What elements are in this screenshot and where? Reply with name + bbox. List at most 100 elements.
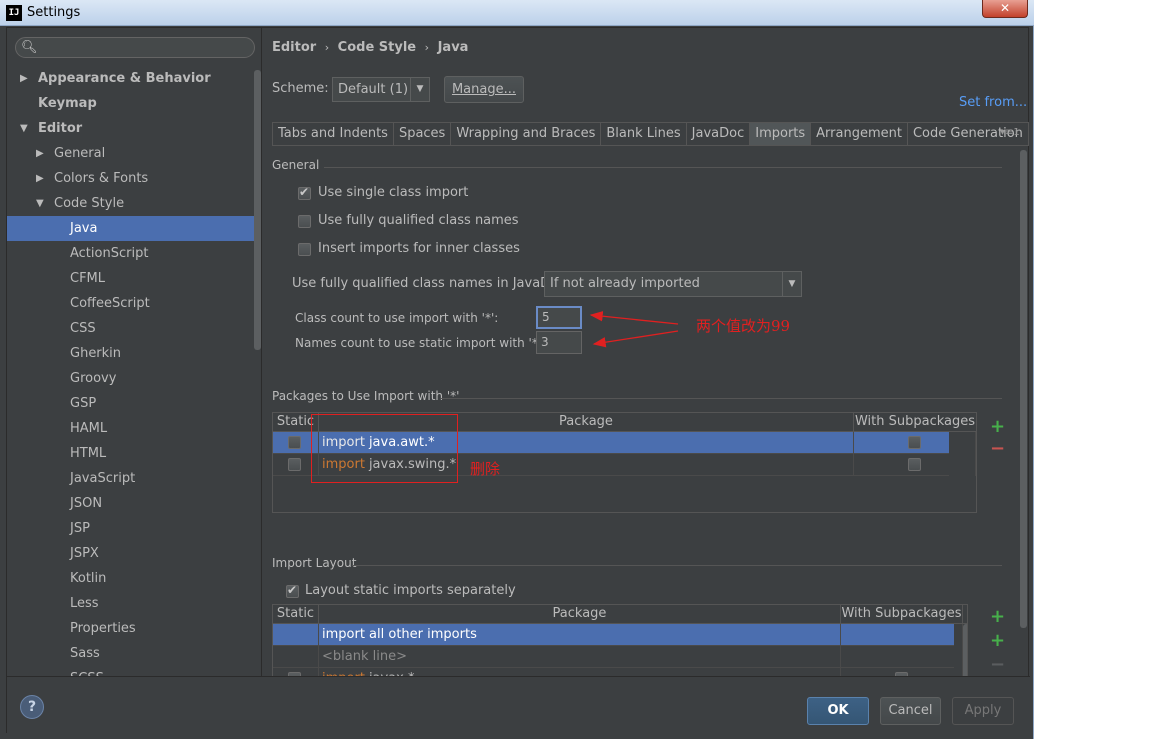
import-layout-table: Static Package With Subpackages import a… [272,604,968,676]
tabs-overflow-icon[interactable]: ▾≡1 [1000,127,1020,138]
import-layout-scrollbar[interactable] [963,624,967,676]
section-divider [441,398,1002,399]
sidebar-item-json[interactable]: JSON [7,491,261,516]
general-section-label: General [272,158,320,172]
breadcrumb-separator: › [324,41,330,54]
tab-imports[interactable]: Imports [749,122,811,146]
apply-button[interactable]: Apply [952,697,1014,725]
sidebar-item-label: Groovy [70,371,117,386]
cancel-button[interactable]: Cancel [880,697,941,725]
chevron-right-icon[interactable]: ▶ [36,141,44,166]
sidebar-item-gsp[interactable]: GSP [7,391,261,416]
table-row[interactable]: importjavax.* [273,668,963,676]
table-row-all-other-imports[interactable]: import all other imports [273,624,963,646]
column-header-subpackages[interactable]: With Subpackages [841,605,963,624]
sidebar-item-colors-fonts[interactable]: ▶ Colors & Fonts [7,166,261,191]
sidebar-item-coffeescript[interactable]: CoffeeScript [7,291,261,316]
javadoc-select[interactable]: If not already imported ▼ [544,271,802,297]
sidebar-item-less[interactable]: Less [7,591,261,616]
sidebar-scrollbar[interactable] [254,70,261,350]
table-row-blank-line[interactable]: <blank line> [273,646,963,668]
help-button[interactable]: ? [20,695,44,719]
chevron-down-icon[interactable]: ▼ [20,116,28,141]
single-class-import-checkbox[interactable] [298,185,311,200]
title-bar[interactable]: IJ Settings ✕ [0,0,1034,26]
chevron-right-icon[interactable]: ▶ [20,66,28,91]
sidebar-item-actionscript[interactable]: ActionScript [7,241,261,266]
sidebar-item-appearance-behavior[interactable]: ▶ Appearance & Behavior [7,66,261,91]
sidebar-item-scss[interactable]: SCSS [7,666,261,676]
names-count-label: Names count to use static import with '*… [295,336,546,350]
remove-entry-icon[interactable]: − [990,656,1005,674]
sidebar-item-gherkin[interactable]: Gherkin [7,341,261,366]
search-input[interactable]: 🔍︎ [15,37,255,58]
subpackages-checkbox[interactable] [908,436,921,449]
breadcrumb-item-editor: Editor [272,40,317,55]
sidebar-item-label: JSON [70,496,103,511]
column-header-static[interactable]: Static [273,605,319,624]
class-count-label: Class count to use import with '*': [295,311,499,325]
tab-javadoc[interactable]: JavaDoc [685,122,750,146]
sidebar-item-html[interactable]: HTML [7,441,261,466]
import-layout-table-header: Static Package With Subpackages [273,605,967,624]
package-cell: importjavax.* [319,668,841,676]
manage-button[interactable]: Manage... [444,76,524,103]
add-package-icon[interactable]: + [990,608,1005,626]
breadcrumb-separator: › [424,41,430,54]
fully-qualified-checkbox[interactable] [298,215,311,228]
sidebar-item-cfml[interactable]: CFML [7,266,261,291]
scheme-label: Scheme: [272,81,329,96]
static-checkbox[interactable] [288,458,301,471]
names-count-input[interactable]: 3 [536,331,582,354]
section-divider [352,565,1002,566]
sidebar-item-label: SCSS [70,666,104,676]
sidebar-item-label: Properties [70,621,136,636]
sidebar-item-jspx[interactable]: JSPX [7,541,261,566]
tab-blank-lines[interactable]: Blank Lines [600,122,686,146]
add-blank-line-icon[interactable]: + [990,632,1005,650]
chevron-down-icon[interactable]: ▼ [36,191,44,216]
tab-spaces[interactable]: Spaces [392,122,451,146]
ok-button[interactable]: OK [807,697,869,725]
sidebar-item-label: JavaScript [70,471,136,486]
sidebar-item-sass[interactable]: Sass [7,641,261,666]
close-button[interactable]: ✕ [982,0,1028,18]
sidebar-item-code-style[interactable]: ▼ Code Style [7,191,261,216]
column-header-package[interactable]: Package [319,605,841,624]
sidebar-item-editor[interactable]: ▼ Editor [7,116,261,141]
tab-wrapping-and-braces[interactable]: Wrapping and Braces [450,122,601,146]
inner-classes-checkbox[interactable] [298,243,311,256]
sidebar-item-keymap[interactable]: Keymap [7,91,261,116]
single-class-import-label: Use single class import [318,185,469,200]
sidebar-item-label: Gherkin [70,346,122,361]
class-count-input[interactable]: 5 [536,306,582,329]
sidebar-item-label: Java [70,221,98,236]
annotation-delete-box [311,414,458,483]
sidebar-item-properties[interactable]: Properties [7,616,261,641]
layout-static-checkbox[interactable] [286,583,299,598]
subpackages-checkbox[interactable] [908,458,921,471]
sidebar-item-css[interactable]: CSS [7,316,261,341]
set-from-link[interactable]: Set from... [959,95,1027,110]
sidebar-item-javascript[interactable]: JavaScript [7,466,261,491]
static-checkbox[interactable] [288,436,301,449]
content-scrollbar[interactable] [1020,150,1027,628]
sidebar-item-label: ActionScript [70,246,149,261]
sidebar-item-kotlin[interactable]: Kotlin [7,566,261,591]
sidebar-item-label: Less [70,596,99,611]
chevron-right-icon[interactable]: ▶ [36,166,44,191]
sidebar-item-label: CFML [70,271,106,286]
sidebar-item-general[interactable]: ▶ General [7,141,261,166]
sidebar-item-groovy[interactable]: Groovy [7,366,261,391]
column-header-subpackages[interactable]: With Subpackages [854,413,976,432]
packages-section-label: Packages to Use Import with '*' [272,389,460,403]
sidebar-item-haml[interactable]: HAML [7,416,261,441]
remove-package-icon[interactable]: − [990,440,1005,458]
add-package-icon[interactable]: + [990,418,1005,436]
scheme-select[interactable]: Default (1) ▼ [332,77,430,102]
tab-arrangement[interactable]: Arrangement [810,122,907,146]
tab-tabs-and-indents[interactable]: Tabs and Indents [272,122,393,146]
sidebar-item-java[interactable]: Java [7,216,261,241]
sidebar-item-jsp[interactable]: JSP [7,516,261,541]
sidebar-item-label: Colors & Fonts [54,171,149,186]
